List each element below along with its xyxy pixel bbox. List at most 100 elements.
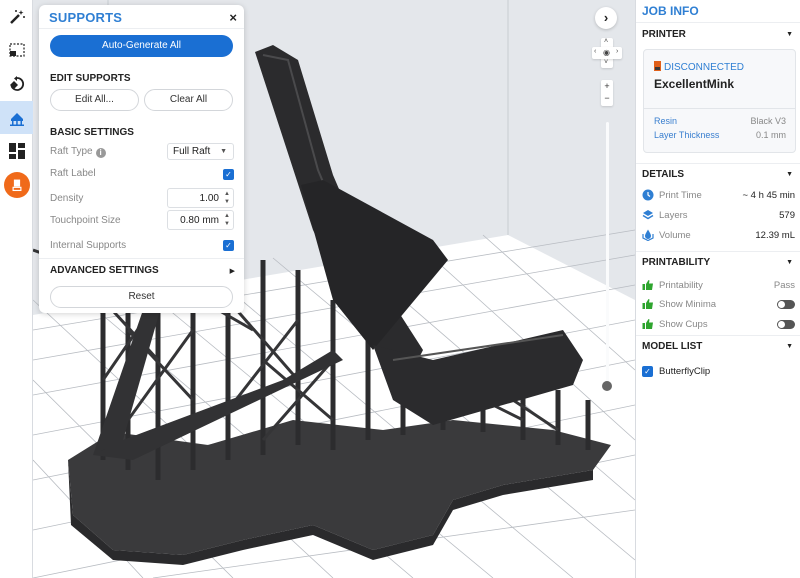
chevron-down-icon: ▼ xyxy=(220,148,227,155)
job-info-panel: JOB INFO PRINTER ▼ DISCONNECTED Excellen… xyxy=(635,0,800,578)
density-label: Density xyxy=(50,193,84,204)
raft-type-text: Raft Type xyxy=(50,146,93,157)
printability-value: Pass xyxy=(773,280,795,291)
orientation-tool[interactable] xyxy=(0,68,33,100)
layer-slider-thumb[interactable] xyxy=(602,381,612,391)
layers-row: Layers 579 xyxy=(642,209,795,223)
divider xyxy=(39,258,244,259)
panel-header: SUPPORTS × xyxy=(39,5,244,29)
edit-supports-heading: EDIT SUPPORTS xyxy=(50,73,131,84)
printer-status-text: DISCONNECTED xyxy=(664,62,745,73)
chevron-right-icon[interactable]: ▶ xyxy=(230,267,235,275)
camera-dpad: ˄ ˅ ‹ › ◉ xyxy=(592,38,622,68)
select-tool[interactable] xyxy=(0,34,33,66)
pan-up-icon[interactable]: ˄ xyxy=(604,38,608,45)
printer-card[interactable]: DISCONNECTED ExcellentMink Resin Black V… xyxy=(643,49,796,153)
details-section-heading[interactable]: DETAILS xyxy=(642,169,684,180)
stepper-arrows-icon[interactable]: ▲ ▼ xyxy=(224,212,230,228)
model-visible-checkbox[interactable]: ✓ xyxy=(642,366,653,377)
info-icon[interactable]: i xyxy=(95,148,106,158)
show-cups-toggle[interactable] xyxy=(777,320,795,329)
divider xyxy=(636,251,800,252)
raft-label-checkbox[interactable]: ✓ xyxy=(223,169,234,180)
zoom-out-icon[interactable]: − xyxy=(601,93,613,103)
layers-value: 579 xyxy=(779,210,795,221)
model-list-section-heading[interactable]: MODEL LIST xyxy=(642,341,702,352)
divider xyxy=(636,335,800,336)
pan-left-icon[interactable]: ‹ xyxy=(594,48,596,55)
thumbs-up-icon xyxy=(642,280,653,290)
layout-icon xyxy=(8,143,25,159)
internal-supports-label: Internal Supports xyxy=(50,240,127,251)
chevron-down-icon[interactable]: ▼ xyxy=(786,343,793,350)
resin-label: Resin xyxy=(654,116,678,126)
close-icon[interactable]: × xyxy=(229,10,237,25)
layers-label: Layers xyxy=(659,210,688,221)
basic-settings-heading: BASIC SETTINGS xyxy=(50,127,134,138)
layer-slider-track[interactable] xyxy=(606,122,609,384)
internal-supports-checkbox[interactable]: ✓ xyxy=(223,240,234,251)
auto-setup-tool[interactable] xyxy=(0,1,33,33)
layer-thickness-label: Layer Thickness xyxy=(654,130,720,140)
volume-drop-icon xyxy=(642,229,654,241)
print-tool[interactable] xyxy=(0,169,33,201)
divider xyxy=(636,163,800,164)
magic-wand-icon xyxy=(9,10,25,24)
print-time-row: Print Time ~ 4 h 45 min xyxy=(642,189,795,203)
volume-label: Volume xyxy=(659,230,691,241)
chevron-down-icon[interactable]: ▼ xyxy=(786,31,793,38)
thumbs-up-icon xyxy=(642,319,653,329)
pan-down-icon[interactable]: ˅ xyxy=(604,59,608,66)
raft-type-label: Raft Type i xyxy=(50,146,106,158)
clear-all-button[interactable]: Clear All xyxy=(144,89,233,111)
select-box-icon xyxy=(8,43,25,57)
check-icon: ✓ xyxy=(225,241,232,250)
touchpoint-size-value: 0.80 mm xyxy=(180,215,219,226)
chevron-down-icon[interactable]: ▼ xyxy=(786,171,793,178)
divider xyxy=(636,22,800,23)
stepper-arrows-icon[interactable]: ▲ ▼ xyxy=(224,190,230,206)
eye-icon[interactable]: ◉ xyxy=(603,48,610,57)
show-cups-label: Show Cups xyxy=(659,319,708,330)
zoom-control: + − xyxy=(601,80,613,106)
density-stepper[interactable]: 1.00 ▲ ▼ xyxy=(167,188,234,208)
touchpoint-size-label: Touchpoint Size xyxy=(50,215,121,226)
edit-all-button[interactable]: Edit All... xyxy=(50,89,139,111)
divider xyxy=(644,108,795,109)
touchpoint-size-stepper[interactable]: 0.80 mm ▲ ▼ xyxy=(167,210,234,230)
printability-row: Printability Pass xyxy=(642,279,795,293)
supports-icon xyxy=(9,112,24,126)
auto-generate-all-button[interactable]: Auto-Generate All xyxy=(50,35,233,57)
printer-upload-icon xyxy=(12,179,21,192)
raft-type-select[interactable]: Full Raft ▼ xyxy=(167,143,234,160)
reset-button[interactable]: Reset xyxy=(50,286,233,308)
print-button[interactable] xyxy=(3,172,30,198)
supports-tool[interactable] xyxy=(0,101,33,134)
formlabs-preform-app: SUPPORTS × Auto-Generate All EDIT SUPPOR… xyxy=(0,0,800,578)
show-minima-toggle[interactable] xyxy=(777,300,795,309)
chevron-down-icon[interactable]: ▼ xyxy=(786,259,793,266)
orient-icon xyxy=(9,76,24,91)
job-info-title: JOB INFO xyxy=(642,4,699,18)
panel-title: SUPPORTS xyxy=(49,10,123,25)
expand-panel-button[interactable]: › xyxy=(595,7,617,29)
advanced-settings-toggle[interactable]: ADVANCED SETTINGS xyxy=(50,265,159,276)
left-toolbar xyxy=(0,0,33,578)
layer-thickness-value: 0.1 mm xyxy=(755,130,786,140)
raft-label-label: Raft Label xyxy=(50,168,96,179)
printer-section-heading[interactable]: PRINTER xyxy=(642,29,686,40)
pan-right-icon[interactable]: › xyxy=(616,48,618,55)
printability-label: Printability xyxy=(659,280,703,291)
show-cups-row: Show Cups xyxy=(642,318,795,332)
volume-value: 12.39 mL xyxy=(755,230,795,241)
volume-row: Volume 12.39 mL xyxy=(642,229,795,243)
resin-value: Black V3 xyxy=(750,116,786,126)
model-name: ButterflyClip xyxy=(659,366,711,377)
printability-section-heading[interactable]: PRINTABILITY xyxy=(642,257,710,268)
show-minima-label: Show Minima xyxy=(659,299,717,310)
zoom-in-icon[interactable]: + xyxy=(601,81,613,91)
printer-status: DISCONNECTED xyxy=(654,61,744,73)
clock-icon xyxy=(642,189,654,201)
layout-tool[interactable] xyxy=(0,135,33,167)
thumbs-up-icon xyxy=(642,299,653,309)
